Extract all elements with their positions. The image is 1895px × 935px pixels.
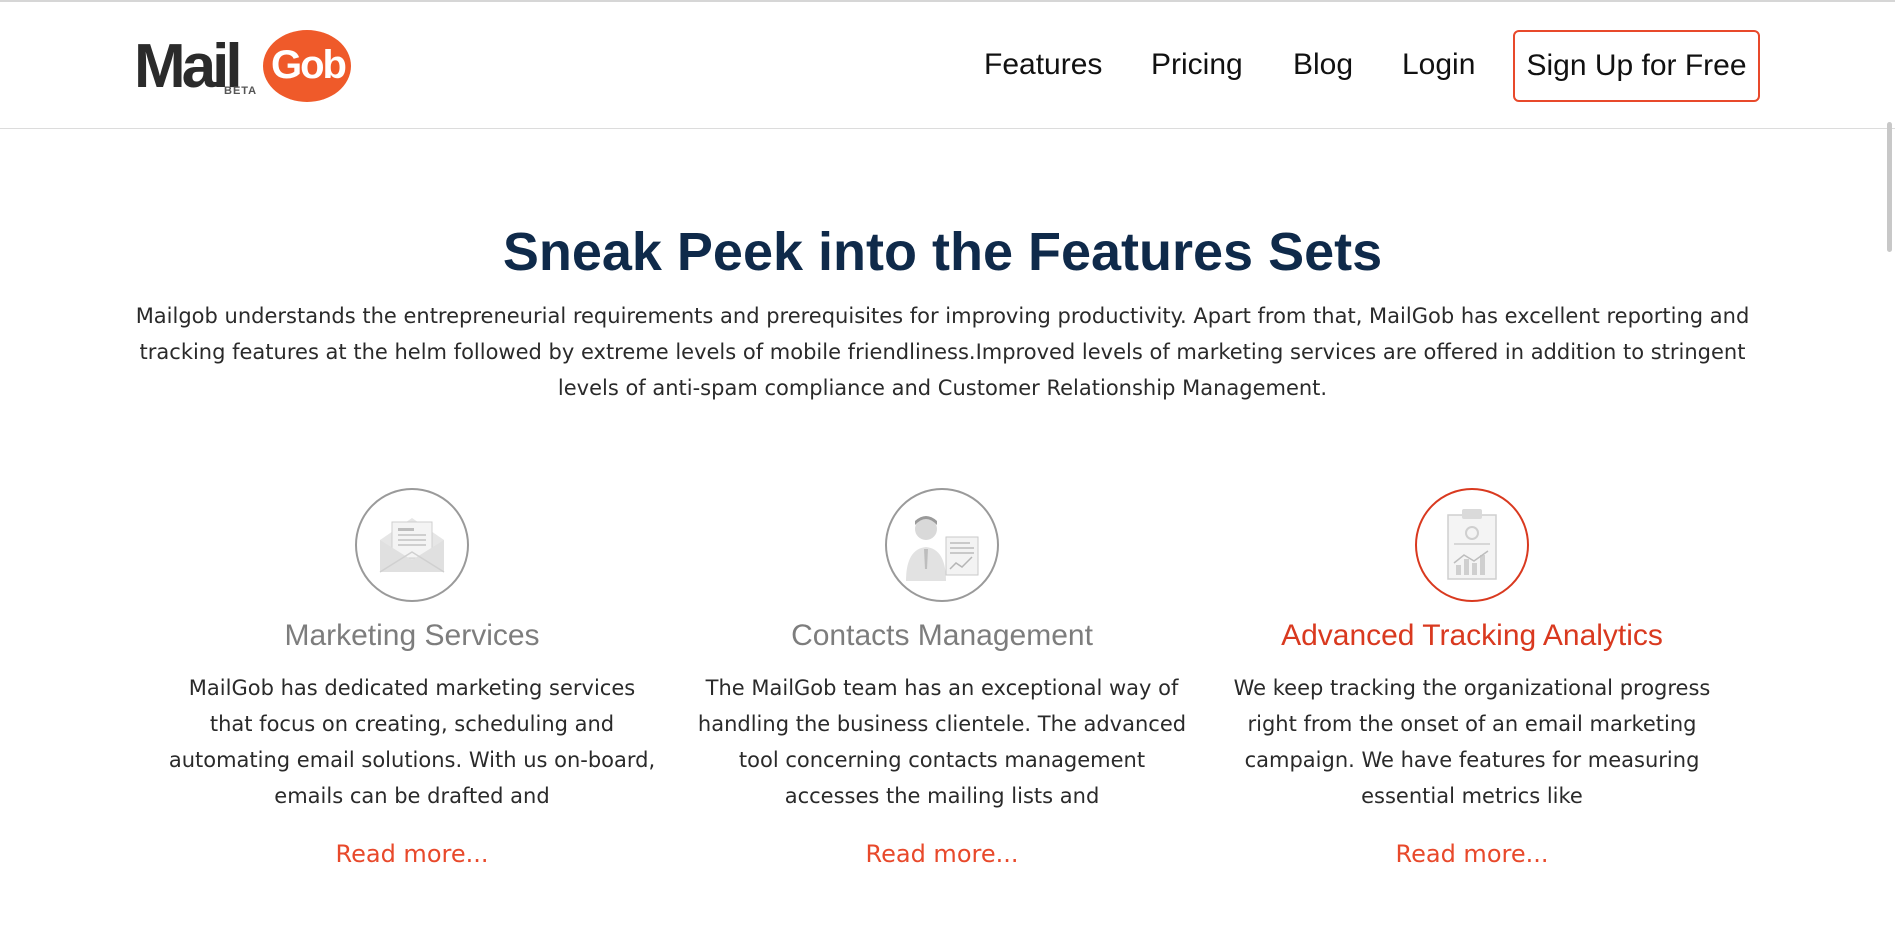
feature-description: We keep tracking the organizational prog… — [1233, 676, 1711, 808]
nav-blog-link[interactable]: Blog — [1293, 47, 1353, 83]
nav-pricing-link[interactable]: Pricing — [1151, 47, 1243, 83]
feature-title: Contacts Management — [791, 619, 1093, 652]
clipboard-chart-icon — [1415, 488, 1529, 602]
nav-login-link[interactable]: Login — [1402, 47, 1475, 83]
main-nav: Features Pricing Blog Login Sign Up for … — [0, 2, 1895, 129]
feature-description: MailGob has dedicated marketing services… — [168, 676, 656, 808]
nav-features-link[interactable]: Features — [984, 47, 1102, 83]
feature-card-contacts: Contacts Management The MailGob team has… — [692, 488, 1192, 870]
read-more-link[interactable]: Read more... — [336, 838, 489, 870]
page-scrollbar-thumb[interactable] — [1887, 122, 1892, 252]
feature-card-tracking: Advanced Tracking Analytics We keep trac… — [1222, 488, 1722, 870]
read-more-link[interactable]: Read more... — [866, 838, 1019, 870]
envelope-letter-icon — [355, 488, 469, 602]
signup-free-button[interactable]: Sign Up for Free — [1513, 30, 1760, 102]
feature-title: Advanced Tracking Analytics — [1281, 619, 1663, 652]
site-header: Mail Gob BETA Features Pricing Blog Logi… — [0, 2, 1895, 129]
read-more-link[interactable]: Read more... — [1396, 838, 1549, 870]
feature-card-marketing: Marketing Services MailGob has dedicated… — [162, 488, 662, 870]
feature-description: The MailGob team has an exceptional way … — [697, 676, 1187, 808]
feature-title: Marketing Services — [284, 619, 540, 652]
contact-person-card-icon — [885, 488, 999, 602]
section-description: Mailgob understands the entrepreneurial … — [135, 304, 1750, 400]
section-title: Sneak Peek into the Features Sets — [502, 222, 1383, 282]
